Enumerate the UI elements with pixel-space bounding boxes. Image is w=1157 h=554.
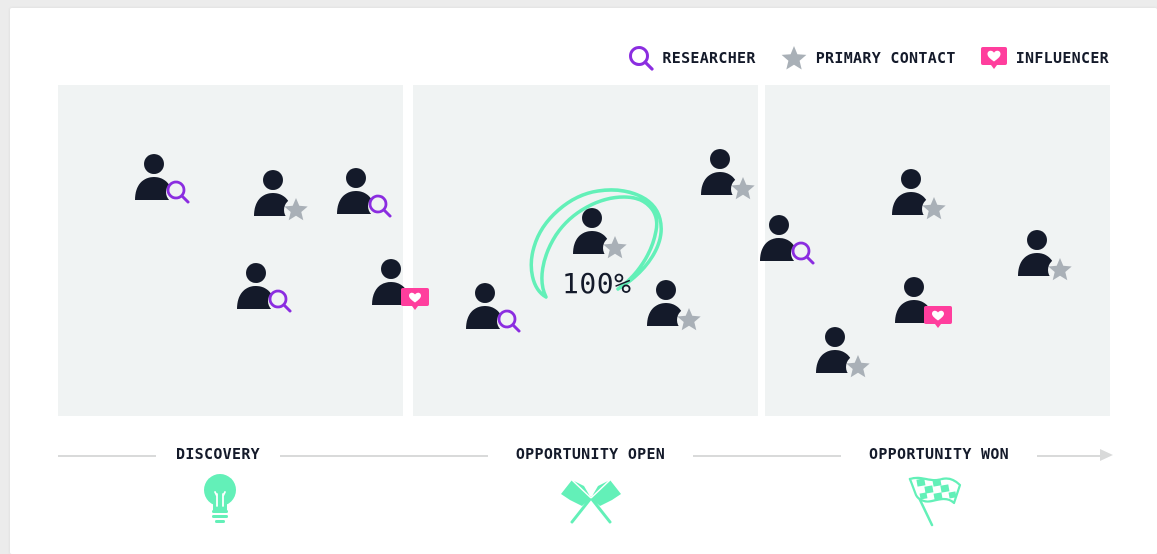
legend-label-primary-contact: PRIMARY CONTACT xyxy=(815,49,956,67)
person-primary-contact-highlighted xyxy=(572,207,634,269)
stage-label-opportunity-won: OPPORTUNITY WON xyxy=(869,445,1009,463)
crossed-flags-icon xyxy=(561,479,621,524)
heart-bubble-badge-icon xyxy=(401,288,429,310)
legend-label-influencer: INFLUENCER xyxy=(1015,49,1109,67)
person-primary-contact xyxy=(1017,229,1079,291)
timeline-line xyxy=(280,455,488,457)
person-primary-contact xyxy=(700,148,762,210)
timeline-line xyxy=(58,455,156,457)
heart-bubble-badge-icon xyxy=(924,306,952,328)
lightbulb-icon xyxy=(204,474,236,523)
person-influencer xyxy=(371,258,433,320)
magnifier-badge-icon xyxy=(166,180,190,204)
stage-label-discovery: DISCOVERY xyxy=(176,445,260,463)
magnifier-badge-icon xyxy=(791,241,815,265)
timeline-line xyxy=(693,455,841,457)
timeline-arrow-icon xyxy=(1100,449,1113,461)
person-researcher xyxy=(236,262,298,324)
person-primary-contact xyxy=(815,326,877,388)
star-badge-icon xyxy=(922,197,946,221)
panel-discovery xyxy=(58,85,403,416)
legend-item-researcher: RESEARCHER xyxy=(628,45,755,71)
legend: RESEARCHER PRIMARY CONTACT INFLUENCER xyxy=(628,42,1109,74)
magnifier-icon xyxy=(629,46,655,71)
timeline-line xyxy=(1037,455,1103,457)
checkered-flag-icon xyxy=(908,476,962,527)
star-icon xyxy=(781,46,807,70)
magnifier-badge-icon xyxy=(497,309,521,333)
person-primary-contact xyxy=(891,168,953,230)
star-badge-icon xyxy=(731,177,755,201)
person-researcher xyxy=(336,167,398,229)
person-primary-contact xyxy=(646,279,708,341)
star-badge-icon xyxy=(603,236,627,260)
legend-label-researcher: RESEARCHER xyxy=(662,49,756,67)
person-researcher xyxy=(134,153,196,215)
magnifier-badge-icon xyxy=(368,194,392,218)
magnifier-badge-icon xyxy=(268,289,292,313)
person-primary-contact xyxy=(253,169,315,231)
star-badge-icon xyxy=(1048,258,1072,282)
person-researcher xyxy=(759,214,821,276)
highlight-percentage: 100% xyxy=(562,267,632,300)
stage-label-opportunity-open: OPPORTUNITY OPEN xyxy=(515,445,666,463)
star-badge-icon xyxy=(677,308,701,332)
star-badge-icon xyxy=(846,355,870,379)
legend-item-influencer: INFLUENCER xyxy=(980,45,1109,71)
heart-bubble-icon xyxy=(980,47,1007,69)
person-researcher xyxy=(465,282,527,344)
star-badge-icon xyxy=(284,198,308,222)
person-influencer xyxy=(894,276,956,338)
legend-item-primary-contact: PRIMARY CONTACT xyxy=(780,45,956,71)
